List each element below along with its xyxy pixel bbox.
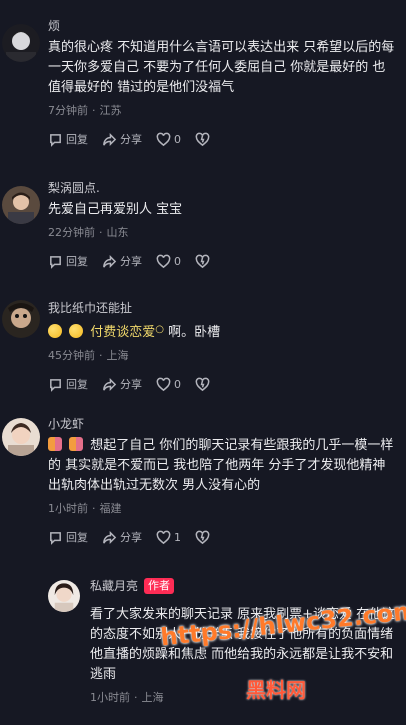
comment-time: 22分钟前: [48, 226, 95, 239]
share-icon: [103, 530, 117, 544]
like-button[interactable]: 0: [156, 377, 181, 392]
comment-meta: 22分钟前 · 山东: [48, 226, 129, 239]
share-icon: [103, 377, 117, 391]
reply-username[interactable]: 私藏月亮: [90, 579, 138, 593]
avatar[interactable]: [2, 186, 40, 224]
comment-meta: 1小时前 · 福建: [48, 502, 122, 515]
dislike-button[interactable]: [195, 377, 210, 392]
comment-actions: 回复 分享 1: [48, 528, 396, 546]
share-icon: [103, 254, 117, 268]
comment-location: 山东: [106, 226, 129, 239]
smile-emoji: [48, 324, 62, 338]
like-button[interactable]: 0: [156, 254, 181, 269]
share-icon: [103, 132, 117, 146]
share-label: 分享: [120, 133, 142, 146]
comment-actions: 回复 分享 0: [48, 130, 396, 148]
dislike-button[interactable]: [195, 530, 210, 545]
comment-text: 先爱自己再爱别人 宝宝: [48, 202, 183, 217]
comment-username: 私藏月亮 作者: [90, 578, 396, 595]
share-label: 分享: [120, 255, 142, 268]
comment-time: 45分钟前: [48, 349, 95, 362]
avatar[interactable]: [2, 300, 40, 338]
share-label: 分享: [120, 531, 142, 544]
comment-actions: 回复 分享 0: [48, 375, 396, 393]
reply-button[interactable]: 回复: [48, 253, 88, 269]
avatar[interactable]: [2, 24, 40, 62]
like-icon: [156, 254, 171, 268]
share-button[interactable]: 分享: [102, 131, 142, 147]
dislike-icon: [195, 254, 210, 268]
dislike-icon: [195, 377, 210, 391]
comment-location: 江苏: [99, 104, 122, 117]
reply-label: 回复: [66, 531, 88, 544]
reply-icon: [50, 255, 61, 269]
comment-username[interactable]: 梨涡圆点.: [48, 180, 396, 197]
comment-text: 看了大家发来的聊天记录 原来我刷票+谈恋爱 在他这的态度不如别人一份半点 我接住…: [90, 607, 396, 682]
like-count: 0: [174, 254, 181, 268]
comment-location: 上海: [106, 349, 129, 362]
couple-emoji: [48, 437, 62, 451]
comment-time: 1小时前: [48, 502, 88, 515]
like-icon: [156, 132, 171, 146]
comment-actions: 回复 分享 0: [48, 252, 396, 270]
dislike-button[interactable]: [195, 254, 210, 269]
comment-location: 上海: [141, 691, 164, 704]
share-label: 分享: [120, 378, 142, 391]
reply-icon: [50, 378, 61, 392]
comment-meta: 45分钟前 · 上海: [48, 349, 129, 362]
share-button[interactable]: 分享: [102, 253, 142, 269]
avatar[interactable]: [2, 418, 40, 456]
comment-time: 7分钟前: [48, 104, 88, 117]
comment-text-body: 想起了自己 你们的聊天记录有些跟我的几乎一模一样的 其实就是不爱而已 我也陪了他…: [48, 438, 394, 493]
comment-meta: 7分钟前 · 江苏: [48, 104, 122, 117]
reply-button[interactable]: 回复: [48, 376, 88, 392]
comment-meta: 1小时前 · 上海: [90, 691, 164, 704]
comment-username[interactable]: 小龙虾: [48, 416, 396, 433]
comment-text: 想起了自己 你们的聊天记录有些跟我的几乎一模一样的 其实就是不爱而已 我也陪了他…: [48, 436, 396, 496]
reply-button[interactable]: 回复: [48, 529, 88, 545]
reply-label: 回复: [66, 255, 88, 268]
reply-label: 回复: [66, 133, 88, 146]
smile-emoji: [69, 324, 84, 338]
dislike-icon: [195, 132, 210, 146]
avatar[interactable]: [48, 580, 80, 612]
reply-icon: [50, 531, 61, 545]
comment-username[interactable]: 烦: [48, 18, 396, 35]
like-count: 0: [174, 377, 181, 391]
share-button[interactable]: 分享: [102, 376, 142, 392]
topic-link[interactable]: 付费谈恋爱: [90, 325, 155, 340]
like-button[interactable]: 0: [156, 132, 181, 147]
reply-button[interactable]: 回复: [48, 131, 88, 147]
comment-text: 付费谈恋爱○ 啊。卧槽: [48, 320, 396, 343]
like-count: 1: [174, 530, 181, 544]
dislike-button[interactable]: [195, 132, 210, 147]
couple-emoji: [69, 437, 84, 451]
comment-text-tail: 啊。卧槽: [168, 325, 221, 340]
like-count: 0: [174, 132, 181, 146]
share-button[interactable]: 分享: [102, 529, 142, 545]
comment-time: 1小时前: [90, 691, 130, 704]
like-icon: [156, 530, 171, 544]
dislike-icon: [195, 530, 210, 544]
search-icon: ○: [155, 324, 165, 335]
comment-location: 福建: [99, 502, 122, 515]
reply-icon: [50, 133, 61, 147]
comment-text: 真的很心疼 不知道用什么言语可以表达出来 只希望以后的每一天你多爱自己 不要为了…: [48, 40, 395, 95]
comment-username[interactable]: 我比纸巾还能扯: [48, 300, 396, 317]
like-icon: [156, 377, 171, 391]
reply-label: 回复: [66, 378, 88, 391]
author-badge: 作者: [144, 578, 175, 594]
like-button[interactable]: 1: [156, 530, 181, 545]
